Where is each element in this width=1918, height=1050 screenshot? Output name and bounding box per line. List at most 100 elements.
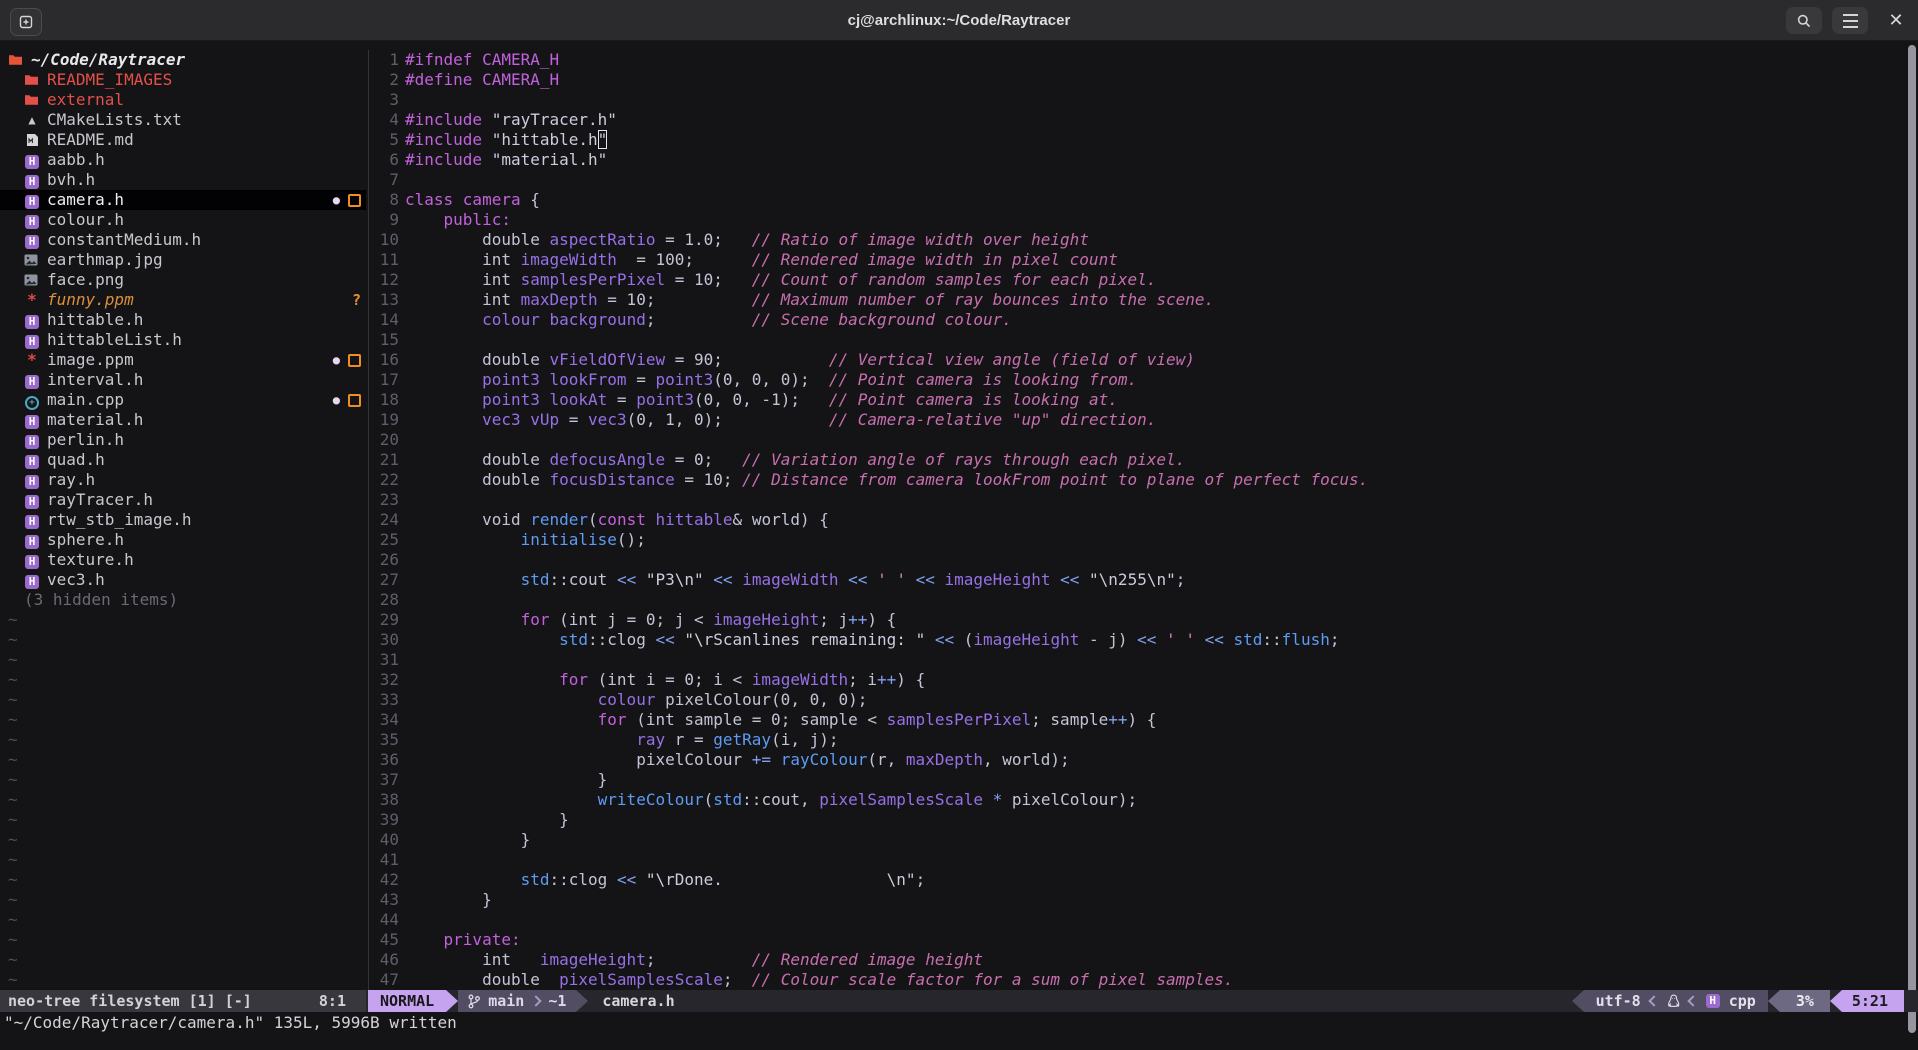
line-number: 9 — [369, 210, 399, 230]
code-line[interactable]: 7 — [369, 170, 1918, 190]
file-encoding: utf-8 — [1596, 992, 1641, 1010]
tree-item[interactable]: face.png — [0, 270, 366, 290]
code-line[interactable]: 1#ifndef CAMERA_H — [369, 50, 1918, 70]
h-badge: H — [25, 495, 39, 509]
code-line[interactable]: 3 — [369, 90, 1918, 110]
code-line[interactable]: 22 double focusDistance = 10; // Distanc… — [369, 470, 1918, 490]
code-line[interactable]: 19 vec3 vUp = vec3(0, 1, 0); // Camera-r… — [369, 410, 1918, 430]
code-line[interactable]: 43 } — [369, 890, 1918, 910]
code-line[interactable]: 35 ray r = getRay(i, j); — [369, 730, 1918, 750]
code-line[interactable]: 5#include "hittable.h" — [369, 130, 1918, 150]
tree-item[interactable]: Hmaterial.h — [0, 410, 366, 430]
tree-root[interactable]: ~/Code/Raytracer — [0, 50, 366, 70]
tree-item[interactable]: HrayTracer.h — [0, 490, 366, 510]
code-line[interactable]: 42 std::clog << "\rDone. \n"; — [369, 870, 1918, 890]
filetype-label: cpp — [1729, 992, 1756, 1010]
code-line[interactable]: 41 — [369, 850, 1918, 870]
line-number: 1 — [369, 50, 399, 70]
code-line[interactable]: 32 for (int i = 0; i < imageWidth; i++) … — [369, 670, 1918, 690]
code-line[interactable]: 6#include "material.h" — [369, 150, 1918, 170]
code-line[interactable]: 4#include "rayTracer.h" — [369, 110, 1918, 130]
tree-item[interactable]: +main.cpp● — [0, 390, 366, 410]
close-button[interactable]: ✕ — [1882, 8, 1910, 32]
code-line[interactable]: 34 for (int sample = 0; sample < samples… — [369, 710, 1918, 730]
empty-buffer-tilde: ~ — [8, 650, 18, 670]
tree-item[interactable]: HconstantMedium.h — [0, 230, 366, 250]
code-line[interactable]: 27 std::cout << "P3\n" << imageWidth << … — [369, 570, 1918, 590]
code-line[interactable]: 29 for (int j = 0; j < imageHeight; j++)… — [369, 610, 1918, 630]
line-number: 8 — [369, 190, 399, 210]
tree-item-label: ~/Code/Raytracer — [31, 50, 185, 69]
tree-item[interactable]: external — [0, 90, 366, 110]
code-line[interactable]: 8class camera { — [369, 190, 1918, 210]
code-line[interactable]: 9 public: — [369, 210, 1918, 230]
tree-item[interactable]: Hbvh.h — [0, 170, 366, 190]
tree-item[interactable]: Hcamera.h● — [0, 190, 366, 210]
tree-item[interactable]: earthmap.jpg — [0, 250, 366, 270]
menu-button[interactable] — [1832, 7, 1868, 34]
code-line[interactable]: 45 private: — [369, 930, 1918, 950]
terminal-scrollbar[interactable] — [1908, 45, 1916, 1033]
code-line[interactable]: 13 int maxDepth = 10; // Maximum number … — [369, 290, 1918, 310]
code-text: std::clog << "\rScanlines remaining: " <… — [405, 630, 1339, 650]
code-line[interactable]: 39 } — [369, 810, 1918, 830]
new-tab-button[interactable] — [10, 8, 42, 36]
header-icon: H — [24, 150, 40, 170]
line-number: 45 — [369, 930, 399, 950]
code-line[interactable]: 46 int imageHeight; // Rendered image he… — [369, 950, 1918, 970]
tree-item[interactable]: README.md — [0, 130, 366, 150]
tree-item[interactable]: README_IMAGES — [0, 70, 366, 90]
tree-item[interactable]: Hperlin.h — [0, 430, 366, 450]
tree-item[interactable]: Hray.h — [0, 470, 366, 490]
code-line[interactable]: 14 colour background; // Scene backgroun… — [369, 310, 1918, 330]
line-number: 13 — [369, 290, 399, 310]
code-line[interactable]: 17 point3 lookFrom = point3(0, 0, 0); //… — [369, 370, 1918, 390]
code-line[interactable]: 28 — [369, 590, 1918, 610]
tree-item[interactable]: HhittableList.h — [0, 330, 366, 350]
code-line[interactable]: 18 point3 lookAt = point3(0, 0, -1); // … — [369, 390, 1918, 410]
code-line[interactable]: 2#define CAMERA_H — [369, 70, 1918, 90]
tree-item[interactable]: Hinterval.h — [0, 370, 366, 390]
code-line[interactable]: 23 — [369, 490, 1918, 510]
tree-item[interactable]: *image.ppm● — [0, 350, 366, 370]
tree-item[interactable]: (3 hidden items) — [0, 590, 366, 610]
code-line[interactable]: 16 double vFieldOfView = 90; // Vertical… — [369, 350, 1918, 370]
code-line[interactable]: 26 — [369, 550, 1918, 570]
code-line[interactable]: 21 double defocusAngle = 0; // Variation… — [369, 450, 1918, 470]
search-button[interactable] — [1786, 7, 1822, 34]
code-text: vec3 vUp = vec3(0, 1, 0); // Camera-rela… — [405, 410, 1156, 430]
code-line[interactable]: 31 — [369, 650, 1918, 670]
tree-item[interactable]: Haabb.h — [0, 150, 366, 170]
tree-item[interactable]: Hvec3.h — [0, 570, 366, 590]
tree-item[interactable]: Hcolour.h — [0, 210, 366, 230]
code-line[interactable]: 12 int samplesPerPixel = 10; // Count of… — [369, 270, 1918, 290]
tree-item-label: sphere.h — [47, 530, 124, 549]
code-line[interactable]: 37 } — [369, 770, 1918, 790]
tree-item[interactable]: Hhittable.h — [0, 310, 366, 330]
code-line[interactable]: 11 int imageWidth = 100; // Rendered ima… — [369, 250, 1918, 270]
code-line[interactable]: 33 colour pixelColour(0, 0, 0); — [369, 690, 1918, 710]
tree-item[interactable]: Hquad.h — [0, 450, 366, 470]
code-line[interactable]: 15 — [369, 330, 1918, 350]
line-number: 3 — [369, 90, 399, 110]
code-line[interactable]: 20 — [369, 430, 1918, 450]
tree-item[interactable]: Hrtw_stb_image.h — [0, 510, 366, 530]
tree-item[interactable]: Htexture.h — [0, 550, 366, 570]
tree-item[interactable]: *funny.ppm? — [0, 290, 366, 310]
tree-item-label: material.h — [47, 410, 143, 429]
git-unstaged-icon — [348, 194, 361, 207]
code-line[interactable]: 36 pixelColour += rayColour(r, maxDepth,… — [369, 750, 1918, 770]
code-line[interactable]: 44 — [369, 910, 1918, 930]
line-number: 25 — [369, 530, 399, 550]
tree-item-label: image.ppm — [47, 350, 134, 369]
code-line[interactable]: 38 writeColour(std::cout, pixelSamplesSc… — [369, 790, 1918, 810]
code-line[interactable]: 40 } — [369, 830, 1918, 850]
code-line[interactable]: 24 void render(const hittable& world) { — [369, 510, 1918, 530]
tree-item[interactable]: ▲CMakeLists.txt — [0, 110, 366, 130]
code-line[interactable]: 47 double pixelSamplesScale; // Colour s… — [369, 970, 1918, 990]
code-line[interactable]: 25 initialise(); — [369, 530, 1918, 550]
code-line[interactable]: 10 double aspectRatio = 1.0; // Ratio of… — [369, 230, 1918, 250]
code-line[interactable]: 30 std::clog << "\rScanlines remaining: … — [369, 630, 1918, 650]
tree-item[interactable]: Hsphere.h — [0, 530, 366, 550]
code-text: colour background; // Scene background c… — [405, 310, 1012, 330]
